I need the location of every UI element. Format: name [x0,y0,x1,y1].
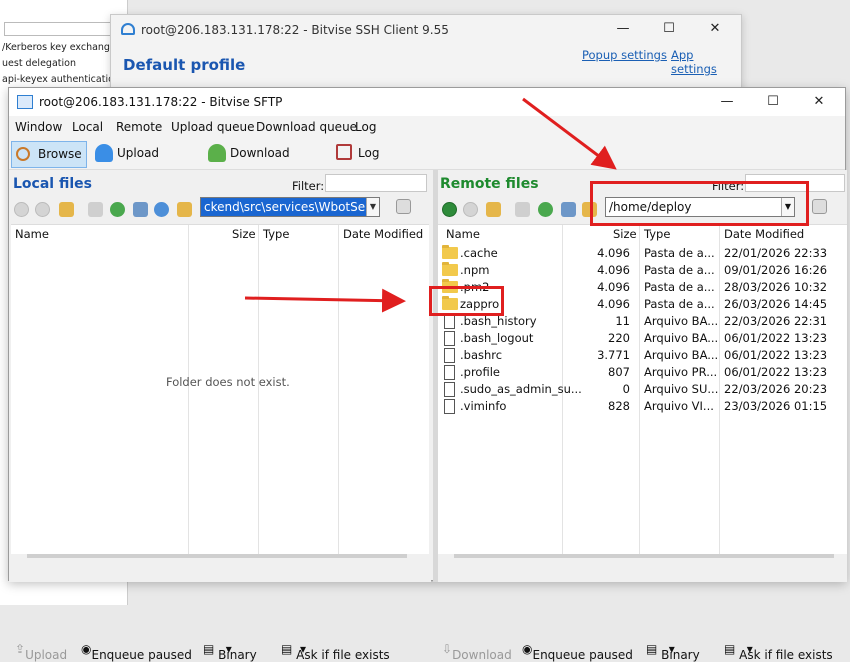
annotation-arrows [244,97,617,313]
remote-status-bar: ⇩ Download ◉ Enqueue paused ▤ Binary ▾ ▤… [440,636,847,662]
local-ask-dropdown[interactable]: ▤ Ask if file exists ▾ [281,642,390,662]
local-ask-label: Ask if file exists [296,648,390,662]
remote-ask-dropdown[interactable]: ▤ Ask if file exists ▾ [724,642,833,662]
remote-enqueue-paused[interactable]: ◉ Enqueue paused [522,642,633,662]
local-binary-label: Binary [218,648,257,662]
download-button[interactable]: ⇩ Download [442,642,512,662]
remote-enqueue-label: Enqueue paused [532,648,633,662]
local-enqueue-paused[interactable]: ◉ Enqueue paused [81,642,192,662]
arrow-to-zappro [244,288,406,313]
remote-binary-label: Binary [661,648,700,662]
upload-label: Upload [25,648,68,662]
remote-ask-label: Ask if file exists [739,648,833,662]
arrow-to-path [522,97,617,170]
download-label: Download [452,648,512,662]
upload-button[interactable]: ⇪ Upload [15,642,67,662]
local-binary-dropdown[interactable]: ▤ Binary ▾ [203,642,257,662]
local-enqueue-label: Enqueue paused [91,648,192,662]
remote-binary-dropdown[interactable]: ▤ Binary ▾ [646,642,700,662]
local-status-bar: ⇪ Upload ◉ Enqueue paused ▤ Binary ▾ ▤ A… [13,636,431,662]
